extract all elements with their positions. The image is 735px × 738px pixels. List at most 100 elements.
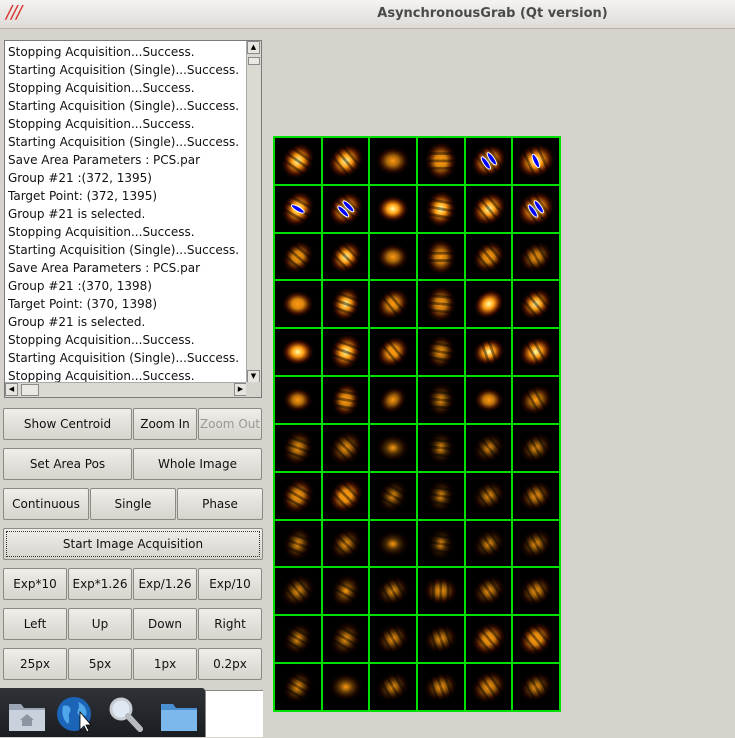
horizontal-scrollbar[interactable]: ◀ ▶ [5, 382, 247, 397]
bottom-text-area[interactable] [205, 690, 263, 737]
spot-cell[interactable] [322, 233, 369, 280]
spot-cell[interactable] [275, 138, 321, 184]
spot-cell[interactable] [465, 185, 512, 232]
move-down-button[interactable]: Down [133, 608, 197, 640]
exp-div-1-26-button[interactable]: Exp/1.26 [133, 568, 197, 600]
exp-div-10-button[interactable]: Exp/10 [198, 568, 262, 600]
zoom-in-button[interactable]: Zoom In [133, 408, 197, 440]
web-browser-icon[interactable] [54, 694, 96, 734]
step-1px-button[interactable]: 1px [133, 648, 197, 680]
spot-cell[interactable] [370, 520, 416, 567]
spot-cell[interactable] [322, 520, 369, 567]
spot-cell[interactable] [322, 281, 369, 328]
spot-cell[interactable] [465, 472, 512, 519]
spot-cell[interactable] [275, 329, 321, 376]
spot-cell[interactable] [513, 520, 559, 567]
spot-cell[interactable] [513, 568, 559, 615]
spot-cell[interactable] [370, 472, 416, 519]
spot-cell[interactable] [275, 568, 321, 615]
spot-cell[interactable] [513, 233, 559, 280]
step-25px-button[interactable]: 25px [3, 648, 67, 680]
scroll-up-icon[interactable]: ▲ [247, 41, 260, 54]
step-0-2px-button[interactable]: 0.2px [198, 648, 262, 680]
spot-cell[interactable] [465, 520, 512, 567]
spot-cell[interactable] [418, 472, 464, 519]
zoom-out-button[interactable]: Zoom Out [198, 408, 262, 440]
log-text-area[interactable]: Stopping Acquisition...Success. Starting … [5, 41, 247, 383]
spot-cell[interactable] [513, 377, 559, 423]
spot-cell[interactable] [322, 377, 369, 423]
spot-cell[interactable] [465, 568, 512, 615]
spot-cell[interactable] [418, 281, 464, 328]
spot-image-grid[interactable] [273, 136, 561, 712]
spot-cell[interactable] [418, 185, 464, 232]
exp-times-1-26-button[interactable]: Exp*1.26 [68, 568, 132, 600]
move-up-button[interactable]: Up [68, 608, 132, 640]
spot-cell[interactable] [418, 568, 464, 615]
search-icon[interactable] [104, 694, 146, 734]
spot-cell[interactable] [370, 281, 416, 328]
spot-cell[interactable] [418, 138, 464, 184]
spot-cell[interactable] [418, 424, 464, 471]
exp-times-10-button[interactable]: Exp*10 [3, 568, 67, 600]
spot-cell[interactable] [275, 233, 321, 280]
spot-cell[interactable] [513, 185, 559, 232]
spot-cell[interactable] [322, 138, 369, 184]
spot-cell[interactable] [275, 616, 321, 663]
spot-cell[interactable] [513, 138, 559, 184]
spot-cell[interactable] [322, 568, 369, 615]
folder-icon[interactable] [158, 694, 200, 734]
spot-cell[interactable] [418, 329, 464, 376]
spot-cell[interactable] [370, 329, 416, 376]
spot-cell[interactable] [465, 664, 512, 710]
spot-cell[interactable] [370, 664, 416, 710]
vertical-scrollbar[interactable]: ▲ ▼ [246, 41, 261, 383]
spot-cell[interactable] [418, 616, 464, 663]
spot-cell[interactable] [322, 664, 369, 710]
spot-cell[interactable] [275, 520, 321, 567]
horizontal-scroll-thumb[interactable] [21, 384, 39, 396]
spot-cell[interactable] [275, 424, 321, 471]
spot-cell[interactable] [370, 377, 416, 423]
spot-cell[interactable] [322, 185, 369, 232]
spot-cell[interactable] [275, 664, 321, 710]
set-area-pos-button[interactable]: Set Area Pos [3, 448, 132, 480]
spot-cell[interactable] [513, 424, 559, 471]
spot-cell[interactable] [370, 568, 416, 615]
spot-cell[interactable] [465, 616, 512, 663]
spot-cell[interactable] [465, 281, 512, 328]
move-right-button[interactable]: Right [198, 608, 262, 640]
single-button[interactable]: Single [90, 488, 176, 520]
phase-button[interactable]: Phase [177, 488, 263, 520]
spot-cell[interactable] [370, 185, 416, 232]
move-left-button[interactable]: Left [3, 608, 67, 640]
spot-cell[interactable] [465, 329, 512, 376]
spot-cell[interactable] [465, 138, 512, 184]
spot-cell[interactable] [418, 664, 464, 710]
spot-cell[interactable] [513, 329, 559, 376]
scroll-left-icon[interactable]: ◀ [5, 383, 18, 396]
spot-cell[interactable] [513, 472, 559, 519]
whole-image-button[interactable]: Whole Image [133, 448, 262, 480]
spot-cell[interactable] [418, 233, 464, 280]
spot-cell[interactable] [370, 616, 416, 663]
start-image-acquisition-button[interactable]: Start Image Acquisition [3, 528, 263, 560]
spot-cell[interactable] [465, 377, 512, 423]
spot-cell[interactable] [513, 664, 559, 710]
continuous-button[interactable]: Continuous [3, 488, 89, 520]
spot-cell[interactable] [322, 472, 369, 519]
spot-cell[interactable] [513, 616, 559, 663]
spot-cell[interactable] [275, 377, 321, 423]
step-5px-button[interactable]: 5px [68, 648, 132, 680]
spot-cell[interactable] [370, 424, 416, 471]
spot-cell[interactable] [418, 377, 464, 423]
window-titlebar[interactable]: /// AsynchronousGrab (Qt version) [0, 0, 735, 29]
spot-cell[interactable] [275, 472, 321, 519]
spot-cell[interactable] [418, 520, 464, 567]
spot-cell[interactable] [322, 616, 369, 663]
spot-cell[interactable] [465, 424, 512, 471]
spot-cell[interactable] [275, 281, 321, 328]
spot-cell[interactable] [465, 233, 512, 280]
vertical-scroll-thumb[interactable] [248, 57, 260, 65]
spot-cell[interactable] [275, 185, 321, 232]
